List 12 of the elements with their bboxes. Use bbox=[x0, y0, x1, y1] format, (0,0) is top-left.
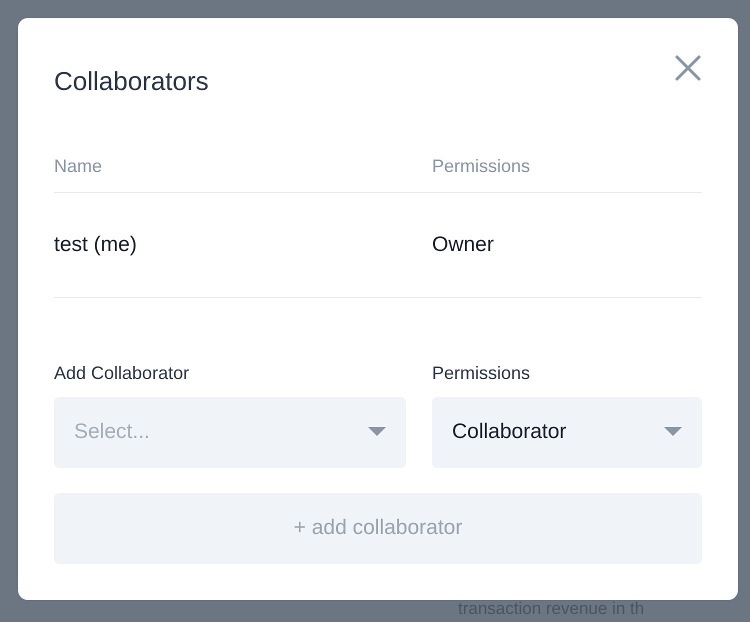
caret-icon bbox=[664, 427, 682, 437]
field-label: Permissions bbox=[432, 362, 532, 384]
column-header: Name bbox=[54, 156, 102, 176]
role-dropdown[interactable]: Collaborator bbox=[432, 396, 702, 468]
field-label: Add Collaborator bbox=[54, 362, 190, 384]
modal-title: Collaborators bbox=[54, 65, 209, 98]
user-dropdown[interactable]: Select... bbox=[54, 396, 406, 468]
column-header: Permissions bbox=[432, 156, 530, 176]
table-cell: test (me) bbox=[54, 233, 137, 256]
add-collaborator-button[interactable]: + add collaborator bbox=[54, 492, 702, 564]
caret-icon bbox=[368, 427, 386, 437]
table-cell: Owner bbox=[432, 233, 494, 256]
